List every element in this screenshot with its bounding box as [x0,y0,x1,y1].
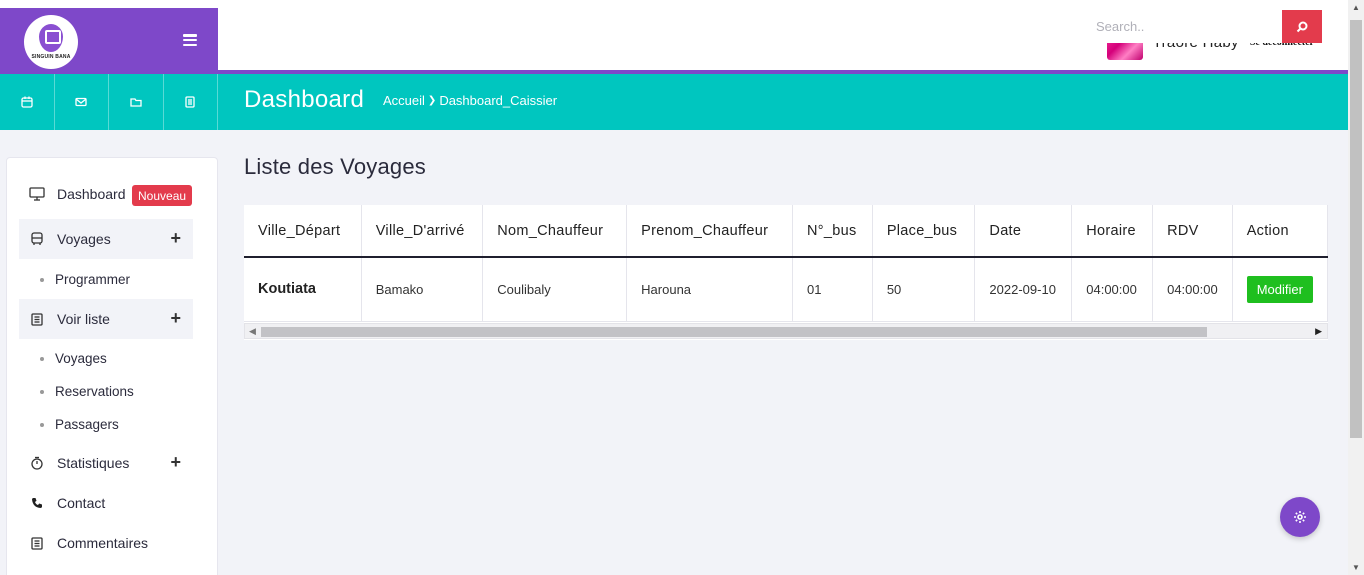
sidebar-item-statistiques[interactable]: Statistiques + [19,443,193,483]
column-header: Action [1232,205,1328,258]
folder-icon[interactable] [109,74,164,130]
breadcrumb-home[interactable]: Accueil [383,93,425,108]
sidebar-item-label: Voyages [57,231,111,247]
calendar-icon[interactable] [0,74,55,130]
plus-icon[interactable]: + [170,309,181,327]
sidebar-subitem-voyages[interactable]: Voyages [40,351,107,366]
column-header: Ville_D'arrivé [361,205,484,258]
bullet-icon [40,389,44,394]
section-title: Liste des Voyages [244,154,426,179]
cell-horaire: 04:00:00 [1071,257,1154,322]
envelope-icon[interactable] [55,74,109,130]
scroll-left-icon[interactable]: ◀ [249,326,256,337]
stopwatch-icon [29,455,45,471]
table-horizontal-scrollbar[interactable]: ◀ ▶ [244,323,1328,339]
sidebar-item-label: Dashboard [57,186,126,202]
table-header-row: Ville_Départ Ville_D'arrivé Nom_Chauffeu… [244,205,1328,258]
breadcrumb-current: Dashboard_Caissier [439,93,558,108]
sidebar-item-label: Statistiques [57,455,130,471]
scroll-down-icon[interactable]: ▼ [1352,563,1360,572]
sidebar-item-voir-liste[interactable]: Voir liste + [19,299,193,339]
table-row: Koutiata Bamako Coulibaly Harouna 01 50 … [244,257,1328,322]
sidebar-item-label: Contact [57,495,106,511]
cell-nom-chauffeur: Coulibaly [482,257,628,322]
cell-ville-depart: Koutiata [244,257,362,322]
page-scrollbar-thumb[interactable] [1350,20,1362,438]
bullet-icon [40,356,44,361]
sidebar-item-label: Commentaires [57,535,149,551]
cell-ville-arrivee: Bamako [361,257,484,322]
sidebar-subitem-label: Programmer [55,272,131,287]
cell-date: 2022-09-10 [974,257,1073,322]
page-vertical-scrollbar[interactable]: ▲ ▼ [1348,0,1364,575]
page-toolbar: Dashboard Accueil ❯ Dashboard_Caissier [0,74,1348,130]
search-icon [1296,21,1308,32]
sidebar-item-voyages[interactable]: Voyages + [19,219,193,259]
column-header: RDV [1152,205,1233,258]
sidebar-subitem-reservations[interactable]: Reservations [40,384,134,399]
monitor-icon [29,186,45,202]
bus-icon [29,231,45,247]
sidebar-item-label: Voir liste [57,311,110,327]
cell-prenom-chauffeur: Harouna [626,257,793,322]
plus-icon[interactable]: + [170,229,181,247]
sidebar-subitem-label: Reservations [55,384,134,399]
chevron-right-icon: ❯ [427,95,437,106]
voyages-table-container: Ville_Départ Ville_D'arrivé Nom_Chauffeu… [244,205,1328,340]
column-header: Place_bus [872,205,976,258]
document-icon[interactable] [164,74,218,130]
sidebar-subitem-passagers[interactable]: Passagers [40,417,119,432]
gear-icon [1294,511,1306,523]
list-icon [29,311,45,327]
cell-rdv: 04:00:00 [1152,257,1233,322]
new-badge: Nouveau [132,185,193,206]
comments-icon [29,535,45,551]
bullet-icon [40,277,44,282]
column-header: Prenom_Chauffeur [626,205,793,258]
search-input[interactable] [1083,10,1282,43]
menu-toggle-icon[interactable] [183,34,197,46]
column-header: Horaire [1071,205,1154,258]
phone-icon [29,495,45,511]
brand-panel: SINGUIN BANA [0,8,218,76]
cell-action: Modifier [1232,257,1328,322]
sidebar-item-commentaires[interactable]: Commentaires [19,523,193,563]
bullet-icon [40,422,44,427]
sidebar-subitem-label: Passagers [55,417,119,432]
settings-fab[interactable] [1280,497,1320,537]
sidebar-subitem-programmer[interactable]: Programmer [40,272,130,287]
logo-text: SINGUIN BANA [31,54,71,60]
cell-place-bus: 50 [872,257,976,322]
app-logo[interactable]: SINGUIN BANA [24,15,78,69]
breadcrumb: Accueil ❯ Dashboard_Caissier [383,93,557,108]
cell-bus-number: 01 [792,257,873,322]
column-header: Date [974,205,1073,258]
quick-icons [0,74,218,130]
column-header: Nom_Chauffeur [482,205,628,258]
modify-button[interactable]: Modifier [1246,275,1313,303]
search-button[interactable] [1282,10,1322,43]
column-header: Ville_Départ [244,205,362,258]
sidebar-item-contact[interactable]: Contact [19,483,193,523]
logo-pin-icon [39,24,63,52]
plus-icon[interactable]: + [170,453,181,471]
scroll-up-icon[interactable]: ▲ [1352,3,1360,12]
voyages-table: Ville_Départ Ville_D'arrivé Nom_Chauffeu… [244,205,1328,322]
scrollbar-thumb[interactable] [261,327,1207,337]
column-header: N°_bus [792,205,873,258]
scroll-right-icon[interactable]: ▶ [1315,326,1322,337]
sidebar-subitem-label: Voyages [55,351,107,366]
page-title: Dashboard [244,86,365,113]
